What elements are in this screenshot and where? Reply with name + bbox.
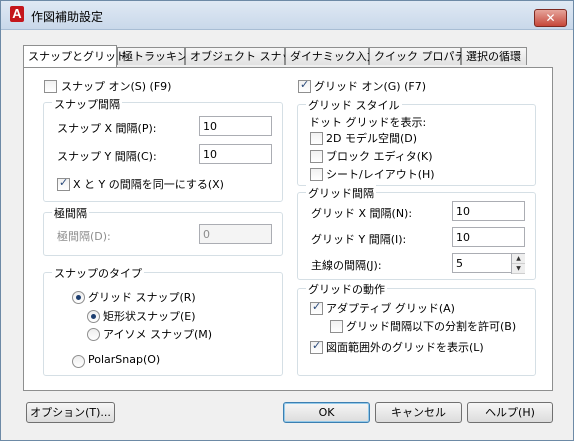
- tab-polar-tracking[interactable]: 極トラッキング: [117, 47, 199, 65]
- tab-panel: スナップ オン(S) (F9) スナップ間隔 スナップ X 間隔(P): 10 …: [23, 67, 553, 391]
- grid-snap-label: グリッド スナップ(R): [88, 291, 196, 304]
- grid-on-label: グリッド オン(G) (F7): [314, 80, 427, 93]
- title-bar: A 作図補助設定 ✕: [1, 1, 573, 30]
- grid-x-input[interactable]: 10: [452, 201, 525, 221]
- snap-type-title: スナップのタイプ: [52, 265, 144, 281]
- close-button[interactable]: ✕: [534, 9, 567, 27]
- window-title: 作図補助設定: [31, 10, 104, 24]
- cancel-button[interactable]: キャンセル: [375, 402, 462, 423]
- grid-snap-radio[interactable]: [72, 291, 85, 304]
- polarsnap-label: PolarSnap(O): [88, 353, 161, 366]
- block-editor-label: ブロック エディタ(K): [326, 150, 433, 163]
- major-line-value: 5: [456, 257, 463, 270]
- model-space-checkbox[interactable]: [310, 132, 323, 145]
- help-button[interactable]: ヘルプ(H): [467, 402, 553, 423]
- spin-down-icon[interactable]: ▼: [512, 264, 525, 274]
- drafting-settings-dialog: A 作図補助設定 ✕ スナップとグリッド 極トラッキング オブジェクト スナップ…: [0, 0, 574, 441]
- beyond-limits-label: 図面範囲外のグリッドを表示(L): [326, 341, 484, 354]
- grid-y-input[interactable]: 10: [452, 227, 525, 247]
- isometric-snap-label: アイソメ スナップ(M): [103, 328, 213, 341]
- tab-object-snap[interactable]: オブジェクト スナップ: [185, 47, 304, 65]
- model-space-label: 2D モデル空間(D): [326, 132, 418, 145]
- options-button[interactable]: オプション(T)...: [26, 402, 115, 423]
- grid-spacing-title: グリッド間隔: [306, 185, 376, 201]
- major-line-label: 主線の間隔(J):: [311, 259, 382, 272]
- tab-selection-cycling[interactable]: 選択の循環: [461, 47, 527, 65]
- snap-x-input[interactable]: 10: [199, 116, 272, 136]
- polarsnap-radio[interactable]: [72, 355, 85, 368]
- snap-on-checkbox[interactable]: [44, 80, 57, 93]
- tab-snap-and-grid[interactable]: スナップとグリッド: [23, 45, 127, 67]
- tab-quick-properties[interactable]: クイック プロパティ: [369, 47, 476, 65]
- grid-y-label: グリッド Y 間隔(I):: [311, 233, 407, 246]
- isometric-snap-radio[interactable]: [87, 328, 100, 341]
- spin-up-icon[interactable]: ▲: [512, 254, 525, 264]
- rectangular-snap-label: 矩形状スナップ(E): [103, 310, 196, 323]
- snap-on-label: スナップ オン(S) (F9): [61, 80, 172, 93]
- polar-distance-input: 0: [199, 224, 272, 244]
- sheet-layout-checkbox[interactable]: [310, 168, 323, 181]
- equal-spacing-label: X と Y の間隔を同一にする(X): [73, 178, 224, 191]
- grid-behavior-title: グリッドの動作: [306, 281, 387, 297]
- grid-style-title: グリッド スタイル: [306, 97, 402, 113]
- sheet-layout-label: シート/レイアウト(H): [326, 168, 435, 181]
- ok-button[interactable]: OK: [283, 402, 370, 423]
- subdivide-label: グリッド間隔以下の分割を許可(B): [346, 320, 517, 333]
- snap-x-label: スナップ X 間隔(P):: [57, 122, 157, 135]
- grid-x-label: グリッド X 間隔(N):: [311, 207, 413, 220]
- beyond-limits-checkbox[interactable]: [310, 339, 323, 354]
- snap-y-input[interactable]: 10: [199, 144, 272, 164]
- adaptive-grid-checkbox[interactable]: [310, 300, 323, 315]
- spinner-arrows[interactable]: ▲ ▼: [511, 254, 525, 274]
- snap-y-label: スナップ Y 間隔(C):: [57, 150, 157, 163]
- rectangular-snap-radio[interactable]: [87, 310, 100, 323]
- block-editor-checkbox[interactable]: [310, 150, 323, 163]
- major-line-spinner[interactable]: 5 ▲ ▼: [452, 253, 525, 274]
- snap-spacing-title: スナップ間隔: [52, 96, 122, 112]
- autocad-logo-icon: A: [10, 6, 24, 22]
- equal-spacing-checkbox[interactable]: [57, 176, 70, 191]
- adaptive-grid-label: アダプティブ グリッド(A): [326, 302, 455, 315]
- dot-grid-subtitle: ドット グリッドを表示:: [309, 116, 427, 129]
- subdivide-checkbox[interactable]: [330, 320, 343, 333]
- polar-distance-label: 極間隔(D):: [57, 230, 111, 243]
- grid-on-checkbox[interactable]: [298, 78, 311, 93]
- polar-spacing-title: 極間隔: [52, 205, 89, 221]
- tab-dynamic-input[interactable]: ダイナミック入力: [285, 47, 378, 65]
